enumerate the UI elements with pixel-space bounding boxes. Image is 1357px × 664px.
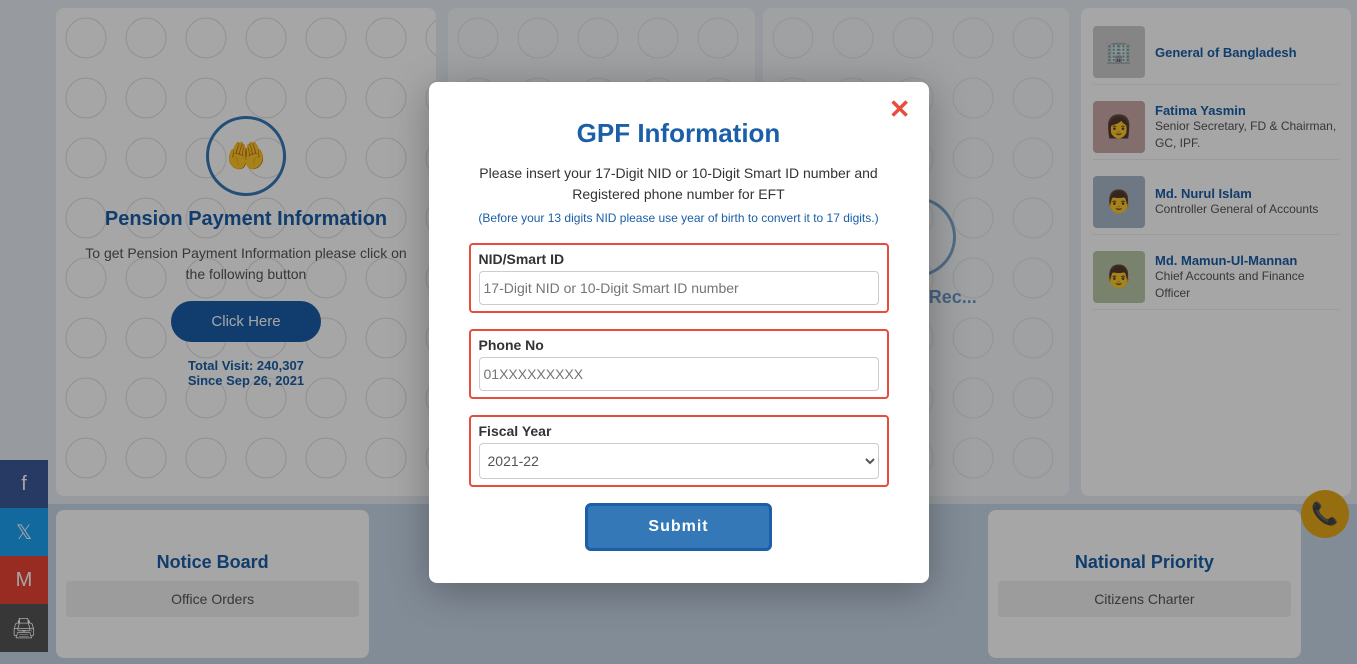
phone-field-box: Phone No: [469, 329, 889, 399]
fiscal-label: Fiscal Year: [479, 423, 879, 439]
submit-wrapper: Submit: [469, 503, 889, 551]
nid-field-box: NID/Smart ID: [469, 243, 889, 313]
gpf-modal: ✕ GPF Information Please insert your 17-…: [429, 82, 929, 583]
modal-wrapper: ✕ GPF Information Please insert your 17-…: [0, 0, 1357, 664]
fiscal-year-select[interactable]: 2021-22 2020-21 2019-20 2018-19 2017-18: [479, 443, 879, 479]
nid-label: NID/Smart ID: [479, 251, 879, 267]
modal-subtitle: Please insert your 17-Digit NID or 10-Di…: [469, 163, 889, 205]
submit-button[interactable]: Submit: [585, 503, 771, 551]
nid-input[interactable]: [479, 271, 879, 305]
modal-title: GPF Information: [469, 118, 889, 149]
fiscal-field-box: Fiscal Year 2021-22 2020-21 2019-20 2018…: [469, 415, 889, 487]
modal-note: (Before your 13 digits NID please use ye…: [469, 211, 889, 225]
phone-input[interactable]: [479, 357, 879, 391]
phone-label: Phone No: [479, 337, 879, 353]
modal-close-button[interactable]: ✕: [889, 96, 911, 122]
